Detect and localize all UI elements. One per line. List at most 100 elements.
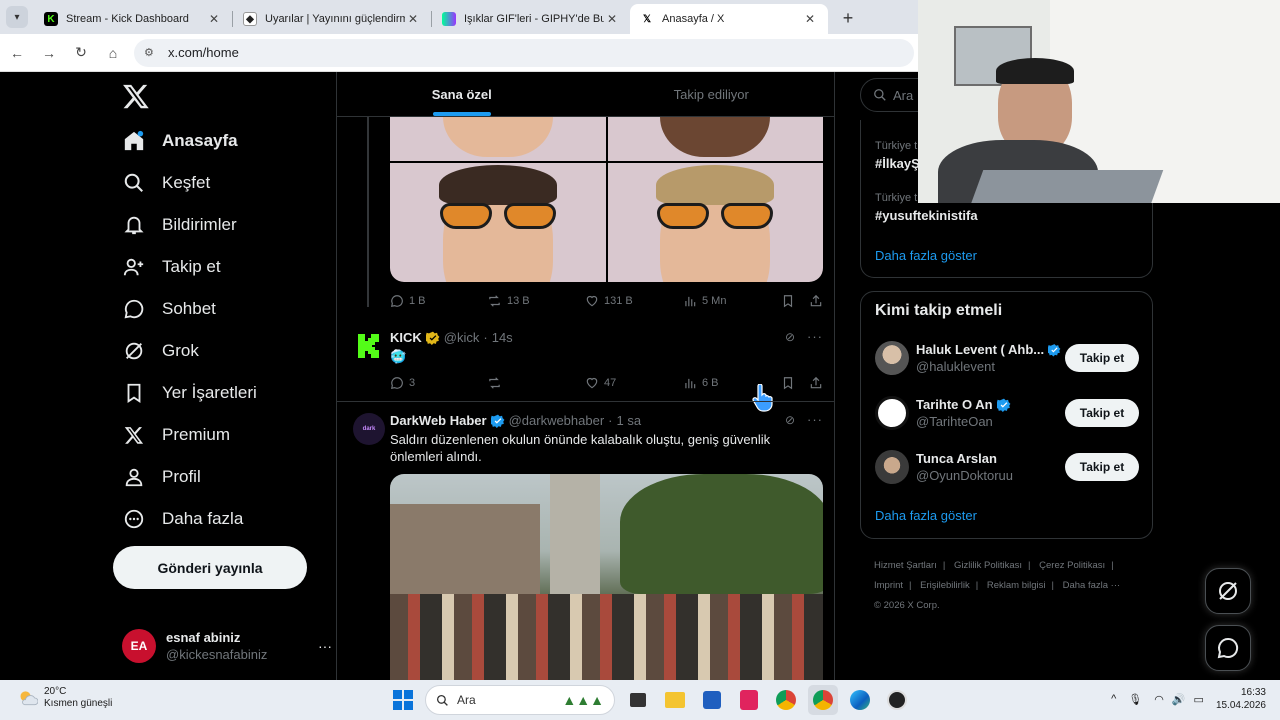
partly-sunny-icon <box>20 691 38 706</box>
close-tab-icon[interactable]: ✕ <box>206 12 222 26</box>
start-icon[interactable] <box>388 685 418 715</box>
close-tab-icon[interactable]: ✕ <box>802 12 818 26</box>
footer-link[interactable]: Erişilebilirlik <box>920 580 970 591</box>
sidebar-item-profile[interactable]: Profil <box>122 460 201 494</box>
trends-show-more-link[interactable]: Daha fazla göster <box>875 248 977 263</box>
taskbar-search[interactable]: Ara ▲▲▲ <box>425 685 615 715</box>
follow-button[interactable]: Takip et <box>1065 344 1139 372</box>
site-info-icon[interactable]: ⚙ <box>144 46 158 59</box>
footer-link[interactable]: Daha fazla ··· <box>1063 580 1121 591</box>
account-switcher[interactable]: EA esnaf abiniz @kickesnafabiniz ··· <box>122 624 332 668</box>
sidebar-item-grok[interactable]: Grok <box>122 334 199 368</box>
sidebar-item-bookmarks[interactable]: Yer İşaretleri <box>122 376 257 410</box>
repost-button[interactable] <box>487 376 585 390</box>
who-to-follow-show-more-link[interactable]: Daha fazla göster <box>875 508 977 523</box>
clock[interactable]: 16:33 15.04.2026 <box>1216 686 1266 712</box>
views-button[interactable]: 5 Mn <box>683 294 781 308</box>
home-icon[interactable]: ⌂ <box>98 38 128 68</box>
reload-icon[interactable]: ↻ <box>66 38 96 68</box>
obs-icon[interactable] <box>882 685 912 715</box>
store-icon[interactable] <box>697 685 727 715</box>
account-handle: @kickesnafabiniz <box>166 647 268 662</box>
follow-suggestion[interactable]: Haluk Levent ( Ahb... @haluklevent Takip… <box>875 338 1139 378</box>
chrome-icon[interactable] <box>771 685 801 715</box>
tab-following[interactable]: Takip ediliyor <box>587 72 835 116</box>
post-button[interactable]: Gönderi yayınla <box>113 546 307 589</box>
microphone-icon[interactable]: 🎙 <box>1128 693 1142 706</box>
app-icon[interactable] <box>734 685 764 715</box>
close-tab-icon[interactable]: ✕ <box>604 12 620 26</box>
sidebar-item-follow[interactable]: Takip et <box>122 250 221 284</box>
close-tab-icon[interactable]: ✕ <box>405 12 421 26</box>
tweet-photo[interactable] <box>390 474 823 680</box>
weather-widget[interactable]: 20°C Kısmen güneşli <box>18 686 112 710</box>
tweet-author-handle[interactable]: @kick <box>444 330 480 345</box>
footer-link[interactable]: Hizmet Şartları <box>874 560 937 571</box>
like-button[interactable]: 131 B <box>585 294 683 308</box>
follow-suggestion[interactable]: Tunca Arslan @OyunDoktoruu Takip et <box>875 447 1139 487</box>
tweet-text: 🥶 <box>390 349 407 364</box>
tweet-author-name[interactable]: KICK <box>390 330 422 345</box>
more-icon[interactable]: ··· <box>318 638 332 654</box>
tab-search-menu-button[interactable]: ▾ <box>6 6 28 28</box>
browser-tab-active[interactable]: 𝕏 Anasayfa / X ✕ <box>630 4 828 34</box>
follow-button[interactable]: Takip et <box>1065 453 1139 481</box>
browser-tab[interactable]: Işıklar GIF'leri - GIPHY'de Bul ve ✕ <box>432 4 630 34</box>
follow-suggestion[interactable]: Tarihte O An @TarihteOan Takip et <box>875 393 1139 433</box>
avatar[interactable] <box>353 330 385 362</box>
battery-icon[interactable]: ▭ <box>1194 693 1204 706</box>
bookmark-icon[interactable] <box>781 376 795 390</box>
tweet-media-grid[interactable] <box>390 117 823 282</box>
bookmark-icon[interactable] <box>781 294 795 308</box>
repost-button[interactable]: 13 B <box>487 294 585 308</box>
sidebar-item-notifications[interactable]: Bildirimler <box>122 208 237 242</box>
task-view-icon[interactable] <box>623 685 653 715</box>
chrome-profile-icon[interactable] <box>808 685 838 715</box>
back-icon[interactable]: ← <box>2 38 32 68</box>
sidebar-item-explore[interactable]: Keşfet <box>122 166 210 200</box>
messages-fab-button[interactable] <box>1205 625 1251 671</box>
share-icon[interactable] <box>809 376 823 390</box>
x-logo-icon[interactable] <box>122 82 150 110</box>
grok-icon[interactable]: ⊘ <box>785 413 795 427</box>
verified-badge-icon <box>490 414 504 428</box>
browser-tab[interactable]: ◆ Uyarılar | Yayınını güçlendirmek ✕ <box>233 4 431 34</box>
tweet-author-name[interactable]: DarkWeb Haber <box>390 413 487 428</box>
reply-count: 1 B <box>409 295 426 307</box>
new-tab-button[interactable]: + <box>834 4 862 32</box>
chat-icon <box>122 297 146 321</box>
more-icon[interactable]: ··· <box>807 329 823 344</box>
follow-button[interactable]: Takip et <box>1065 399 1139 427</box>
tweet-time[interactable]: 14s <box>492 330 513 345</box>
media-image <box>390 163 606 282</box>
forward-icon[interactable]: → <box>34 38 64 68</box>
reply-button[interactable]: 3 <box>390 376 487 390</box>
chevron-up-icon[interactable]: ^ <box>1111 693 1116 705</box>
grok-fab-button[interactable] <box>1205 568 1251 614</box>
tab-for-you[interactable]: Sana özel <box>337 72 587 116</box>
tweet-author-handle[interactable]: @darkwebhaber <box>509 413 605 428</box>
browser-tab[interactable]: K Stream - Kick Dashboard ✕ <box>34 4 232 34</box>
edge-icon[interactable] <box>845 685 875 715</box>
more-icon[interactable]: ··· <box>807 412 823 427</box>
sidebar-item-more[interactable]: Daha fazla <box>122 502 243 536</box>
address-bar[interactable]: ⚙ x.com/home <box>134 38 914 67</box>
trend-item[interactable]: #yusuftekinistifa <box>875 208 978 223</box>
file-explorer-icon[interactable] <box>660 685 690 715</box>
footer-link[interactable]: Gizlilik Politikası <box>954 560 1022 571</box>
footer-link[interactable]: Reklam bilgisi <box>987 580 1046 591</box>
share-icon[interactable] <box>809 294 823 308</box>
sidebar-item-chat[interactable]: Sohbet <box>122 292 216 326</box>
footer-link[interactable]: Imprint <box>874 580 903 591</box>
like-button[interactable]: 47 <box>585 376 683 390</box>
wifi-icon[interactable]: ◠ <box>1154 693 1164 706</box>
tweet-time[interactable]: 1 sa <box>617 413 642 428</box>
avatar[interactable]: dark <box>353 413 385 445</box>
sidebar-item-home[interactable]: Anasayfa <box>122 124 238 158</box>
volume-icon[interactable]: 🔊 <box>1172 693 1186 706</box>
trend-item[interactable]: #İlkayŞ <box>875 156 920 171</box>
sidebar-item-premium[interactable]: Premium <box>122 418 230 452</box>
grok-icon[interactable]: ⊘ <box>785 330 795 344</box>
footer-link[interactable]: Çerez Politikası <box>1039 560 1105 571</box>
reply-button[interactable]: 1 B <box>390 294 487 308</box>
